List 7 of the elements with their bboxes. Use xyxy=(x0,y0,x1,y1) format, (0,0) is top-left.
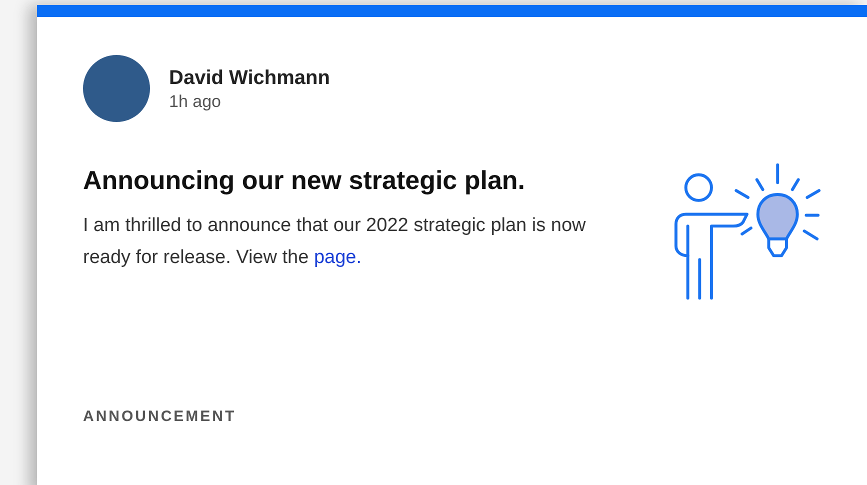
person-lightbulb-icon xyxy=(673,162,823,302)
post-body: I am thrilled to announce that our 2022 strategic plan is now ready for release. View the page. xyxy=(83,214,587,270)
page-link[interactable]: page. xyxy=(314,247,362,268)
post-category: ANNOUNCEMENT xyxy=(83,407,238,427)
post-time: 1h ago xyxy=(169,90,222,112)
post-title: Announcing our new strategic plan. xyxy=(83,164,526,196)
author-name: David Wichmann xyxy=(169,66,330,90)
